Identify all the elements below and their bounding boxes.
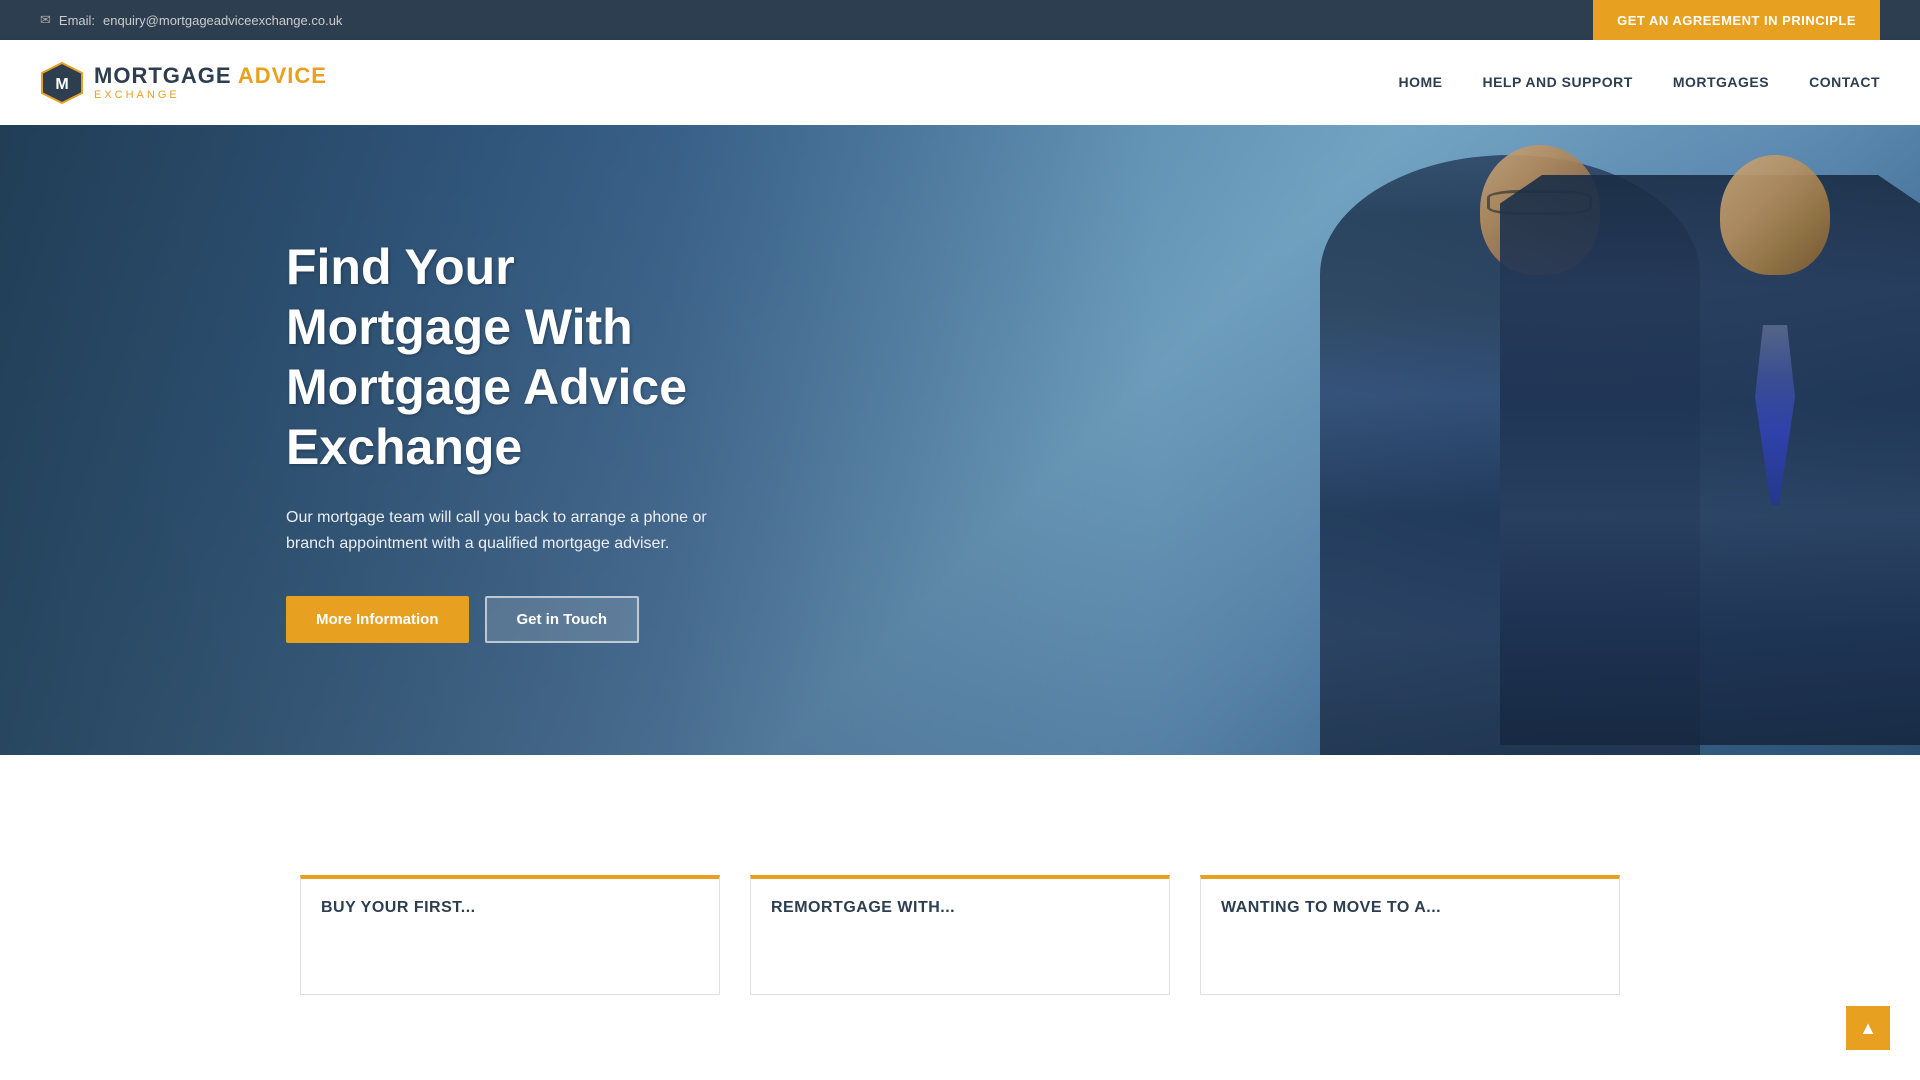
hero-title: Find Your Mortgage With Mortgage Advice …	[286, 237, 750, 477]
nav-link-home[interactable]: HOME	[1398, 74, 1442, 90]
nav-item-help[interactable]: HELP AND SUPPORT	[1482, 74, 1632, 92]
top-bar: ✉ Email: enquiry@mortgageadviceexchange.…	[0, 0, 1920, 40]
nav-link-mortgages[interactable]: MORTGAGES	[1673, 74, 1769, 90]
card-move[interactable]: WANTING TO MOVE TO A...	[1200, 875, 1620, 995]
navbar: M MORTGAGE ADVICE EXCHANGE HOME HELP AND…	[0, 40, 1920, 125]
nav-item-mortgages[interactable]: MORTGAGES	[1673, 74, 1769, 92]
hero-subtitle: Our mortgage team will call you back to …	[286, 505, 750, 556]
logo-main: MORTGAGE ADVICE	[94, 64, 327, 88]
email-icon: ✉	[40, 12, 51, 28]
card-remortgage[interactable]: REMORTGAGE WITH...	[750, 875, 1170, 995]
nav-item-contact[interactable]: CONTACT	[1809, 74, 1880, 92]
more-information-button[interactable]: More Information	[286, 596, 469, 643]
nav-item-home[interactable]: HOME	[1398, 74, 1442, 92]
svg-text:M: M	[55, 76, 68, 93]
logo-text: MORTGAGE ADVICE EXCHANGE	[94, 64, 327, 100]
hero-content: Find Your Mortgage With Mortgage Advice …	[0, 237, 750, 643]
card-buy-first[interactable]: BUY YOUR FIRST...	[300, 875, 720, 995]
below-hero-section: BUY YOUR FIRST... REMORTGAGE WITH... WAN…	[0, 755, 1920, 1025]
nav-link-contact[interactable]: CONTACT	[1809, 74, 1880, 90]
nav-link-help[interactable]: HELP AND SUPPORT	[1482, 74, 1632, 90]
email-address: enquiry@mortgageadviceexchange.co.uk	[103, 13, 342, 28]
person-silhouette-2	[1500, 175, 1920, 745]
logo-icon: M	[40, 61, 84, 105]
get-in-touch-button[interactable]: Get in Touch	[485, 596, 640, 643]
get-agreement-button[interactable]: GET AN AGREEMENT IN PRINCIPLE	[1593, 0, 1880, 40]
logo[interactable]: M MORTGAGE ADVICE EXCHANGE	[40, 61, 327, 105]
hero-people-background	[672, 125, 1920, 755]
logo-sub: EXCHANGE	[94, 89, 327, 101]
email-contact: ✉ Email: enquiry@mortgageadviceexchange.…	[40, 12, 342, 28]
nav-links: HOME HELP AND SUPPORT MORTGAGES CONTACT	[1398, 74, 1880, 92]
scroll-to-top-button[interactable]: ▲	[1846, 1006, 1890, 1050]
hero-buttons: More Information Get in Touch	[286, 596, 750, 643]
hero-section: Find Your Mortgage With Mortgage Advice …	[0, 125, 1920, 755]
email-prefix: Email:	[59, 13, 95, 28]
person-head-2	[1720, 155, 1830, 275]
